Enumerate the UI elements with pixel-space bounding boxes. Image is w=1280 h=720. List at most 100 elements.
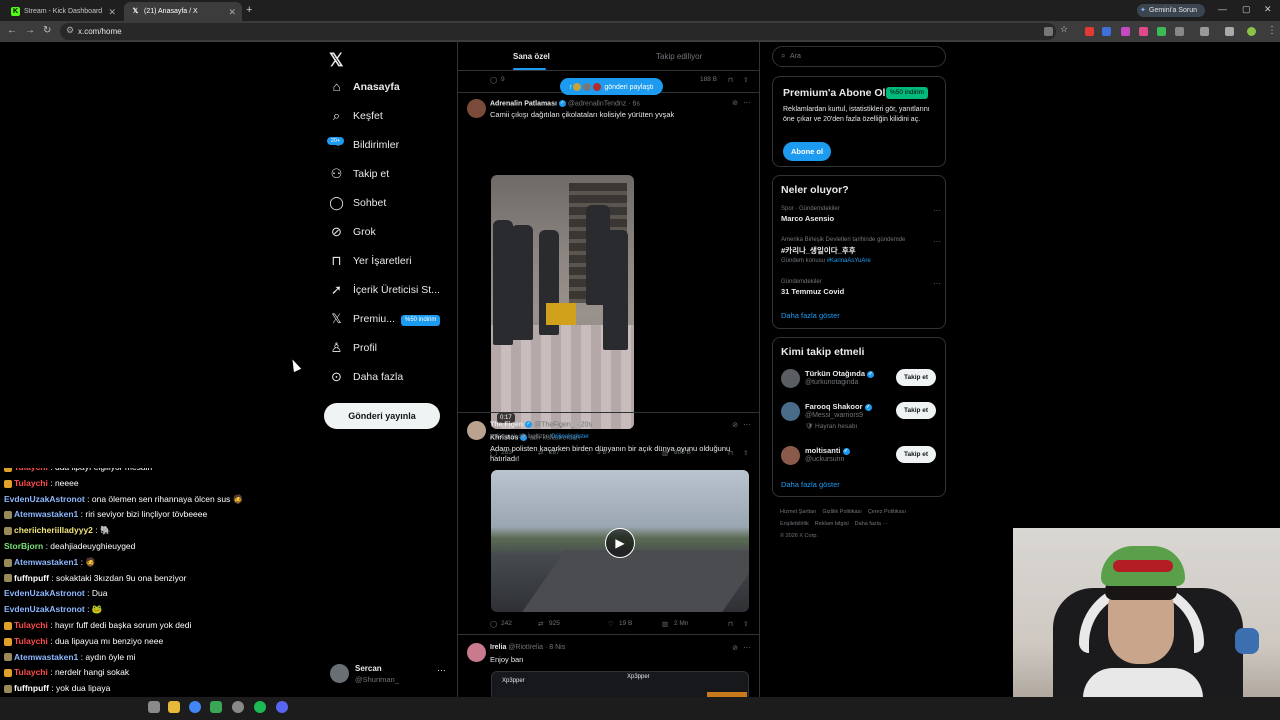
avatar[interactable] bbox=[467, 421, 486, 440]
share-icon[interactable]: ⇧ bbox=[743, 620, 748, 628]
more-icon[interactable]: ··· bbox=[743, 98, 751, 107]
more-icon[interactable]: ··· bbox=[933, 279, 941, 288]
author-handle[interactable]: @RiotIrelia · 8 Nis bbox=[508, 644, 565, 651]
extension-icon[interactable] bbox=[1102, 27, 1111, 36]
extensions-puzzle-icon[interactable] bbox=[1175, 27, 1184, 36]
extension-icon[interactable] bbox=[1139, 27, 1148, 36]
chat-username[interactable]: EvdenUzakAstronot bbox=[4, 588, 85, 598]
tweet-video[interactable]: ▶ bbox=[491, 470, 749, 612]
browser-tab-x[interactable]: 𝕏 (21) Anasayfa / X ✕ bbox=[124, 2, 242, 21]
avatar[interactable] bbox=[467, 99, 486, 118]
search-input[interactable]: ⌕ Ara bbox=[772, 46, 946, 67]
chat-username[interactable]: EvdenUzakAstronot bbox=[4, 494, 85, 504]
bookmark-icon[interactable]: ⊓ bbox=[728, 620, 733, 628]
follow-suggestion[interactable]: Türkün Otağında ✓ @turkunotaginda Takip … bbox=[781, 367, 941, 393]
footer-link[interactable]: © 2026 X Corp. bbox=[780, 533, 818, 539]
chat-username[interactable]: fuffnpuff bbox=[14, 683, 49, 693]
account-switcher[interactable]: Sercan @Shuriman_ ··· bbox=[330, 662, 450, 686]
views-icon[interactable]: ▥ bbox=[662, 620, 668, 628]
install-app-icon[interactable] bbox=[1044, 27, 1053, 36]
follow-button[interactable]: Takip et bbox=[896, 369, 937, 386]
extension-icon[interactable] bbox=[1085, 27, 1094, 36]
reload-icon[interactable]: ↻ bbox=[43, 25, 51, 36]
more-icon[interactable]: ··· bbox=[933, 237, 941, 246]
reply-icon[interactable]: ◯ bbox=[490, 76, 497, 84]
forward-icon[interactable]: → bbox=[25, 25, 35, 36]
footer-link[interactable]: Çerez Politikası bbox=[868, 509, 906, 515]
more-icon[interactable]: ··· bbox=[743, 420, 751, 429]
site-info-icon[interactable]: ⚙ bbox=[66, 25, 74, 36]
chat-username[interactable]: EvdenUzakAstronot bbox=[4, 604, 85, 614]
reply-icon[interactable]: ◯ bbox=[490, 620, 497, 628]
chat-username[interactable]: Tulaychi bbox=[14, 636, 48, 646]
grok-icon[interactable]: ⊘ bbox=[732, 421, 738, 429]
chat-username[interactable]: Atemwastaken1 bbox=[14, 509, 78, 519]
tweet-video[interactable]: 0:17 bbox=[491, 175, 634, 429]
show-more-link[interactable]: Daha fazla göster bbox=[781, 480, 840, 489]
browser-tab-kick[interactable]: K Stream - Kick Dashboard ✕ bbox=[4, 2, 122, 21]
show-more-link[interactable]: Daha fazla göster bbox=[781, 311, 840, 320]
avatar[interactable] bbox=[781, 369, 800, 388]
avatar[interactable] bbox=[781, 402, 800, 421]
trend-item[interactable]: Amerika Birleşik Devletleri tarihinde gü… bbox=[781, 237, 941, 264]
chrome-icon[interactable] bbox=[189, 701, 201, 713]
chat-username[interactable]: Tulaychi bbox=[14, 478, 48, 488]
follow-button[interactable]: Takip et bbox=[896, 402, 937, 419]
chat-username[interactable]: StorBjorn bbox=[4, 541, 43, 551]
avatar[interactable] bbox=[467, 643, 486, 662]
discord-icon[interactable] bbox=[276, 701, 288, 713]
footer-link[interactable]: Gizlilik Politikası bbox=[822, 509, 861, 515]
footer-link[interactable]: Reklam bilgisi bbox=[815, 521, 849, 527]
bookmark-star-icon[interactable]: ☆ bbox=[1060, 24, 1069, 34]
grok-icon[interactable]: ⊘ bbox=[732, 99, 738, 107]
new-tab-icon[interactable]: + bbox=[246, 4, 252, 16]
profile-avatar-icon[interactable] bbox=[1247, 27, 1256, 36]
trend-hashtag-link[interactable]: #KarinaAsYuAre bbox=[827, 258, 871, 264]
follow-suggestion[interactable]: Farooq Shakoor ✓ @Messi_warriors9 🛡 Hayr… bbox=[781, 400, 941, 430]
author-name[interactable]: Adrenalin Patlaması bbox=[490, 100, 557, 107]
like-icon[interactable]: ♡ bbox=[608, 620, 614, 628]
menu-kebab-icon[interactable]: ⋮ bbox=[1267, 25, 1277, 36]
gemini-button[interactable]: Gemini'a Sorun bbox=[1137, 4, 1206, 17]
maximize-icon[interactable]: ▢ bbox=[1242, 4, 1251, 15]
chat-username[interactable]: fuffnpuff bbox=[14, 573, 49, 583]
post-button[interactable]: Gönderi yayınla bbox=[324, 403, 440, 429]
trend-item[interactable]: Gündemdekiler 31 Temmuz Covid ··· bbox=[781, 279, 941, 296]
app-icon[interactable] bbox=[210, 701, 222, 713]
footer-link[interactable]: Daha fazla ··· bbox=[855, 521, 888, 527]
show-original-link[interactable]: Orijinali göster bbox=[551, 434, 589, 440]
tab-following[interactable]: Takip ediliyor bbox=[656, 52, 702, 61]
share-icon[interactable]: ⇧ bbox=[743, 76, 748, 84]
author-name[interactable]: Irelia bbox=[490, 644, 506, 651]
show-new-posts-pill[interactable]: ↑ gönderi paylaştı bbox=[560, 78, 663, 95]
x-logo-icon[interactable]: 𝕏 bbox=[329, 50, 344, 71]
obs-icon[interactable] bbox=[232, 701, 244, 713]
downloads-icon[interactable] bbox=[1225, 27, 1234, 36]
more-icon[interactable]: ··· bbox=[933, 206, 941, 215]
more-icon[interactable]: ··· bbox=[437, 665, 446, 675]
address-bar[interactable]: ⚙ x.com/home bbox=[60, 23, 1056, 40]
subscribe-button[interactable]: Abone ol bbox=[783, 142, 832, 161]
author-handle[interactable]: @TheFigen_ · 20s bbox=[534, 421, 592, 428]
tweet[interactable]: Adrenalin Patlaması ✓ @adrenalinTendnz ·… bbox=[458, 92, 759, 457]
trend-item[interactable]: Spor · Gündemdekiler Marco Asensio ··· bbox=[781, 206, 941, 223]
chat-username[interactable]: Tulaychi bbox=[14, 468, 48, 472]
close-window-icon[interactable]: ✕ bbox=[1264, 4, 1272, 15]
folder-icon[interactable] bbox=[168, 701, 180, 713]
footer-link[interactable]: Hizmet Şartları bbox=[780, 509, 816, 515]
avatar[interactable] bbox=[781, 446, 800, 465]
repost-icon[interactable]: ⇄ bbox=[538, 620, 543, 628]
tab-for-you[interactable]: Sana özel bbox=[513, 52, 550, 61]
back-icon[interactable]: ← bbox=[7, 25, 17, 36]
footer-link[interactable]: Erişilebilirlik bbox=[780, 521, 809, 527]
close-tab-icon[interactable]: ✕ bbox=[108, 7, 116, 18]
explorer-icon[interactable] bbox=[148, 701, 160, 713]
play-icon[interactable]: ▶ bbox=[605, 528, 635, 558]
spotify-icon[interactable] bbox=[254, 701, 266, 713]
tweet[interactable]: Irelia @RiotIrelia · 8 Nis ⊘ ··· Enjoy b… bbox=[458, 634, 759, 697]
chat-username[interactable]: Atemwastaken1 bbox=[14, 652, 78, 662]
chat-username[interactable]: Tulaychi bbox=[14, 667, 48, 677]
extension-icon[interactable] bbox=[1121, 27, 1130, 36]
extension-icon[interactable] bbox=[1157, 27, 1166, 36]
author-handle[interactable]: @adrenalinTendnz · 6s bbox=[568, 100, 640, 107]
